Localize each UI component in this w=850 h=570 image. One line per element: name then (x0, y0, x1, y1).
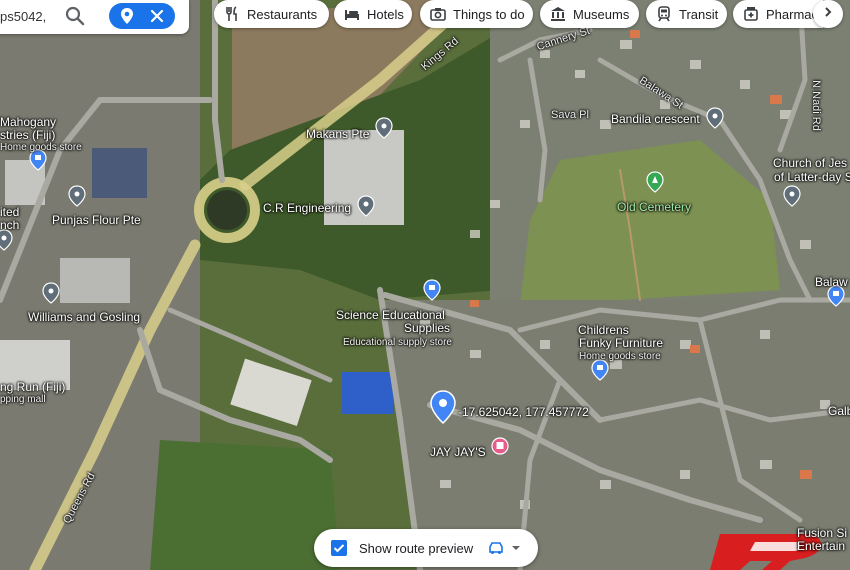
search-icon[interactable] (64, 5, 86, 32)
place-label-childrens-line2[interactable]: Funky Furniture (579, 337, 663, 350)
road-label-nadi: N Nadi Rd (809, 80, 822, 131)
chip-restaurants[interactable]: Restaurants (214, 0, 329, 28)
pharmacy-icon (743, 6, 759, 22)
place-label-fusion-line2[interactable]: Entertain (797, 540, 845, 553)
chip-museums[interactable]: Museums (540, 0, 639, 28)
blue-roof-building (342, 372, 394, 414)
place-label-mahogany-line2[interactable]: stries (Fiji) (0, 129, 55, 142)
factory-roof (92, 148, 147, 198)
place-label-balaw[interactable]: Balaw (815, 276, 848, 289)
place-label-united-line2[interactable]: nch (0, 219, 19, 232)
place-label-makans[interactable]: Makans Pte (306, 128, 369, 141)
search-query[interactable]: ps5042, (0, 9, 46, 24)
place-label-church[interactable]: Church of Jes (773, 157, 847, 170)
chip-things-to-do[interactable]: Things to do (420, 0, 533, 28)
chip-label-pharmacies: Pharmac (766, 6, 819, 22)
chevron-right-icon (822, 5, 834, 23)
coordinates-label: -17.625042, 177.457772 (458, 405, 589, 419)
search-box[interactable]: ps5042, (0, 0, 189, 34)
chevron-down-icon[interactable] (511, 544, 521, 552)
road-label-sava: Sava Pl (551, 109, 589, 121)
train-icon (656, 6, 672, 22)
route-preview-label: Show route preview (359, 540, 474, 556)
place-sublabel-long-run: pping mall (0, 394, 46, 405)
route-preview-checkbox[interactable] (331, 540, 347, 556)
satellite-map[interactable] (0, 0, 850, 570)
place-sublabel-science: Educational supply store (343, 337, 452, 348)
place-label-church-line2[interactable]: of Latter-day S (774, 171, 850, 184)
museum-icon (550, 6, 566, 22)
chip-label-hotels: Hotels (367, 6, 404, 22)
place-label-galb[interactable]: Galb (828, 405, 850, 418)
place-sublabel-mahogany: Home goods store (0, 142, 82, 153)
chip-label-museums: Museums (573, 6, 630, 22)
chip-label-transit: Transit (679, 6, 719, 22)
place-label-bandila[interactable]: Bandila crescent (611, 113, 700, 126)
car-icon[interactable] (487, 541, 505, 555)
place-label-jay-jays[interactable]: JAY JAY'S (430, 446, 486, 459)
chip-transit[interactable]: Transit (646, 0, 727, 28)
warehouse-row (60, 258, 130, 303)
field-southwest (150, 440, 340, 570)
roundabout-center (207, 190, 247, 230)
chip-label-restaurants: Restaurants (247, 6, 318, 22)
chip-hotels[interactable]: Hotels (334, 0, 412, 28)
jay-jays-pin (491, 437, 509, 455)
chip-pharmacies[interactable]: Pharmac (733, 0, 823, 28)
camera-icon (430, 6, 446, 22)
place-label-long-run[interactable]: ng Run (Fiji) (0, 381, 65, 394)
bed-icon (344, 6, 360, 22)
fork-knife-icon (224, 6, 240, 22)
close-icon[interactable] (149, 8, 165, 29)
place-label-science-line2[interactable]: Supplies (404, 322, 450, 335)
route-preview-toggle[interactable]: Show route preview (314, 529, 538, 567)
chip-label-things-to-do: Things to do (453, 6, 525, 22)
chips-scroll-right-button[interactable] (813, 0, 843, 28)
place-sublabel-childrens: Home goods store (579, 351, 661, 362)
location-pin-icon (120, 8, 134, 29)
place-label-williams[interactable]: Williams and Gosling (28, 311, 140, 324)
place-label-old-cemetery[interactable]: Old Cemetery (617, 201, 691, 214)
place-label-cr-engineering[interactable]: C.R Engineering (263, 202, 351, 215)
location-filter-chip[interactable] (109, 3, 175, 29)
place-label-punjas[interactable]: Punjas Flour Pte (52, 214, 141, 227)
